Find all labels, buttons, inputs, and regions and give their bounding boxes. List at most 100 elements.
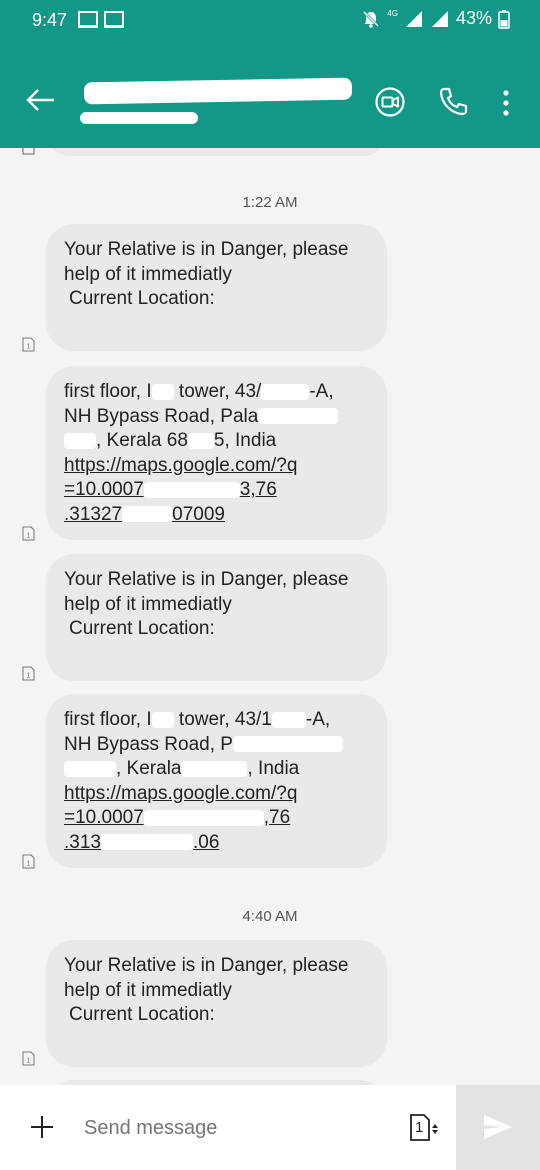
message-line: NH Bypass Road, Pala [64,405,369,430]
svg-text:1: 1 [27,861,31,868]
message-line: , Kerala , India [64,757,369,782]
message-text: .313 [64,831,101,853]
video-call-icon[interactable] [374,86,406,118]
message-text: 5, India [213,430,277,451]
redaction-mark [261,383,310,400]
svg-text:1: 1 [27,344,31,351]
message-line: first floor, I tower, 43/ -A, [64,380,369,405]
message-line: , Kerala 68 5, India [64,429,369,454]
message-text: tower, 43/ [178,381,262,402]
map-link-line[interactable]: =10.0007 3,76 [64,478,369,503]
svg-text:1: 1 [27,1058,31,1065]
message-text: Current Location: [69,1004,215,1025]
send-icon [484,1115,512,1139]
network-type-label: 4G [387,9,398,18]
redaction-mark [80,112,198,124]
message-text: Current Location: [69,618,215,639]
phone-icon[interactable] [436,84,470,118]
map-link[interactable]: https://maps.google.com/?q [64,782,369,807]
message-text: , Kerala [116,758,182,779]
sim-card-icon [410,1114,438,1141]
message-text: NH Bypass Road, Pala [64,405,259,427]
message-text: , India [247,758,300,779]
map-link-line[interactable]: .313 .06 [64,831,369,856]
mute-icon [363,10,380,28]
message-bubble[interactable]: Your Relative is in Danger, please help … [46,224,387,351]
send-button[interactable] [456,1085,540,1170]
message-text: 3,76 [239,479,277,500]
screen-icon [104,11,124,28]
message-text: Current Location: [69,288,215,309]
message-input[interactable] [84,1109,384,1147]
back-arrow-icon[interactable] [22,82,58,118]
redaction-mark [258,408,339,425]
message-text: .06 [192,831,220,853]
map-link-line[interactable]: =10.0007 ,76 [64,806,369,831]
message-bubble[interactable]: Your Relative is in Danger, please help … [46,940,387,1067]
plus-icon[interactable] [28,1113,56,1141]
battery-icon [498,9,510,29]
message-text: first floor, I [64,709,152,730]
message-text: .31327 [64,503,123,525]
message-text: =10.0007 [64,807,144,828]
message-text: -A, [309,381,334,402]
redaction-mark [64,760,116,777]
status-bar: 9:47 4G 43% [0,0,540,40]
message-thread[interactable]: 1:22 AM Your Relative is in Danger, plea… [0,148,540,1085]
message-text: Your Relative is in Danger, please [64,955,349,976]
timestamp: 4:40 AM [242,908,298,925]
message-bubble[interactable]: Your Relative is in Danger, please help … [46,554,387,681]
redaction-mark [187,432,214,449]
redaction-mark [181,760,248,777]
message-text: help of it immediatly [64,979,232,1001]
sim-card-icon: 1 [22,337,35,352]
message-text: ,76 [263,807,291,828]
message-text: =10.0007 [64,479,144,500]
map-link-line[interactable]: .31327 07009 [64,503,369,528]
message-text: Your Relative is in Danger, please [64,569,349,590]
svg-text:1: 1 [27,533,31,540]
redaction-mark [143,809,264,826]
status-right-icons: 4G 43% [361,8,510,29]
message-composer: 1 [0,1085,540,1170]
redaction-mark [271,711,306,728]
message-bubble[interactable]: first floor, I tower, 43/ -A, NH Bypass R… [46,366,387,540]
screen-icon [78,11,98,28]
sim-selector[interactable]: 1 [408,1113,442,1143]
redaction-mark [151,711,174,728]
sim-card-icon: 1 [22,526,35,541]
message-bubble[interactable]: first floor, I tower, 43/1 -A, NH Bypass … [46,694,387,868]
message-text: , Kerala 68 [96,430,188,451]
conversation-header [0,40,540,148]
sim-card-icon: 1 [22,854,35,869]
message-text: Your Relative is in Danger, please [64,239,349,260]
redaction-mark [232,736,343,753]
status-time: 9:47 [32,10,68,30]
map-link[interactable]: https://maps.google.com/?q [64,454,369,479]
redaction-mark [64,432,96,449]
message-line: first floor, I tower, 43/1 -A, [64,708,369,733]
sim-number: 1 [415,1119,424,1136]
redaction-mark [83,77,353,105]
sim-card-icon: 1 [22,666,35,681]
sim-card-icon [22,148,35,155]
message-bubble-partial[interactable] [46,148,387,156]
sim-card-icon: 1 [22,1051,35,1066]
timestamp: 1:22 AM [242,194,298,211]
redaction-mark [143,481,240,498]
more-vert-icon[interactable] [496,88,516,118]
message-text: first floor, I [64,381,152,402]
message-text: help of it immediatly [64,593,232,615]
message-line: NH Bypass Road, P [64,733,369,758]
battery-percent: 43% [455,8,492,28]
status-notification-icons [78,11,124,28]
signal-icon [431,10,448,27]
signal-icon [405,10,422,27]
redaction-mark [122,506,173,523]
message-text: tower, 43/1 [178,709,272,730]
message-text: 07009 [172,503,225,525]
redaction-mark [151,383,174,400]
svg-text:1: 1 [27,673,31,680]
redaction-mark [100,834,193,851]
message-text: -A, [305,709,331,730]
